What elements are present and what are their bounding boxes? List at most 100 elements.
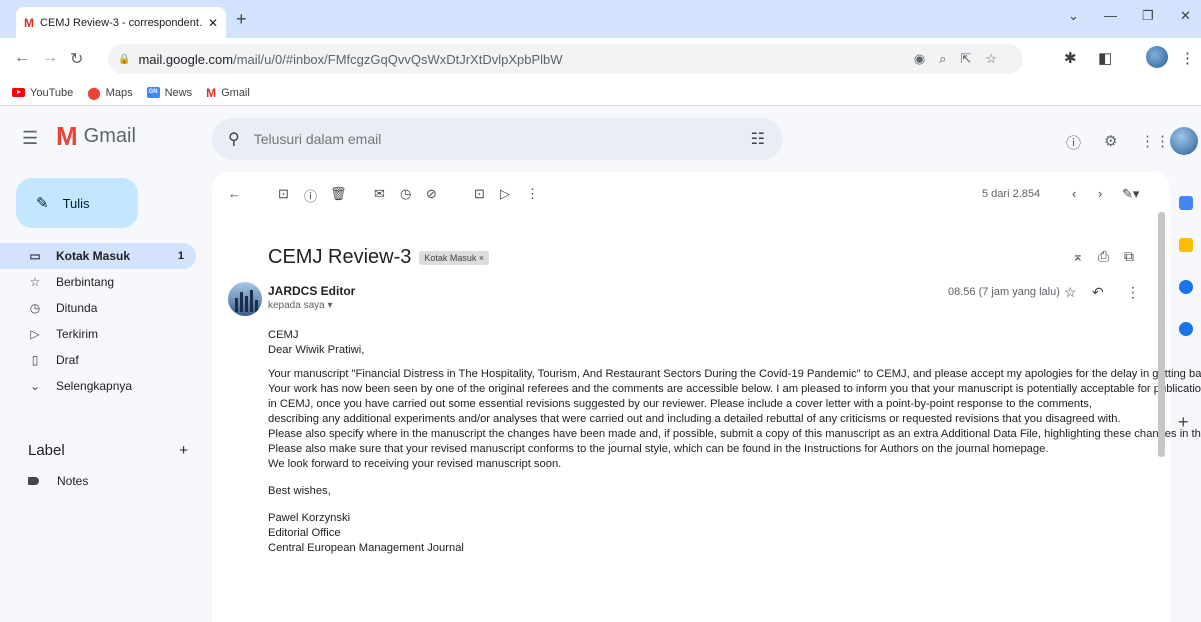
bookmark-star-icon: ☆ <box>985 51 1011 66</box>
url-path: /mail/u/0/#inbox/FMfcgzGqQvvQsWxDtJrXtDv… <box>233 51 563 67</box>
search-input[interactable] <box>253 131 734 147</box>
omnibox-actions[interactable]: ◉⌕⇱☆ <box>914 51 1011 67</box>
side-panel: + <box>1172 172 1201 622</box>
help-icon[interactable]: ⓘ <box>1066 132 1081 153</box>
add-label-button[interactable]: + <box>179 442 188 459</box>
email-view: ← ⊡ ⓘ 🗑 ✉ ◷ ⊘ ⊡ ▷ ⋮ 5 dari 2.854 ‹ › ✎▾ … <box>212 172 1201 622</box>
window-close-icon[interactable]: ✕ <box>1180 8 1191 24</box>
bookmark-news[interactable]: GN News <box>146 87 192 99</box>
reply-icon[interactable]: ↶ <box>1092 284 1104 301</box>
archive-icon[interactable]: ⊡ <box>278 186 289 202</box>
tab-title: CEMJ Review-3 - correspondent… <box>40 16 204 29</box>
gmail-m-icon: M <box>56 121 78 151</box>
search-options-icon[interactable]: ☷ <box>751 129 765 149</box>
tab-search-icon[interactable]: ⌄ <box>1068 8 1079 24</box>
sidebar-item-more[interactable]: ⌄ Selengkapnya <box>0 373 196 399</box>
expand-collapse-icon[interactable]: ⌅ <box>1072 248 1084 265</box>
maps-pin-icon: ⬤ <box>87 85 101 100</box>
zoom-icon: ⌕ <box>939 51 961 66</box>
gmail-header: ☰ M Gmail ⚲ ☷ ⓘ ⚙ ⋮⋮⋮ <box>0 106 1201 170</box>
message-more-icon[interactable]: ⋮ <box>1126 284 1140 301</box>
minimize-icon[interactable]: — <box>1104 8 1117 23</box>
mark-unread-icon[interactable]: ✉ <box>374 186 385 202</box>
back-icon[interactable]: ← <box>14 49 30 67</box>
recipient-details[interactable]: kepada saya ▾ <box>268 300 333 311</box>
body-line: describing any additional experiments an… <box>268 413 1121 425</box>
email-body: CEMJ Dear Wiwik Pratiwi, Your manuscript… <box>268 328 1201 556</box>
inbox-icon: ▭ <box>29 249 41 263</box>
browser-tab[interactable]: M CEMJ Review-3 - correspondent… ✕ <box>16 7 226 38</box>
bookmark-youtube[interactable]: YouTube <box>12 87 73 99</box>
report-spam-icon[interactable]: ⓘ <box>304 186 317 205</box>
url-domain: mail.google.com <box>138 51 234 67</box>
star-icon: ☆ <box>29 275 41 289</box>
label-tag-icon <box>28 477 39 485</box>
signature-journal: Central European Management Journal <box>268 542 464 554</box>
body-line: in CEMJ, once you have carried out some … <box>268 398 1092 410</box>
delete-icon[interactable]: 🗑 <box>330 186 347 202</box>
address-bar[interactable]: 🔒 mail.google.com/mail/u/0/#inbox/FMfcgz… <box>108 44 1023 74</box>
sidebar-item-drafts[interactable]: ▯ Draf <box>0 347 196 373</box>
email-action-bar: ← ⊡ ⓘ 🗑 ✉ ◷ ⊘ ⊡ ▷ ⋮ 5 dari 2.854 ‹ › ✎▾ <box>212 172 1170 216</box>
star-icon[interactable]: ☆ <box>1064 284 1077 301</box>
sidebar-label-notes[interactable]: Notes <box>28 474 88 488</box>
inbox-label-chip[interactable]: Kotak Masuk × <box>419 250 490 265</box>
share-icon: ⇱ <box>960 51 986 66</box>
sidebar-item-starred[interactable]: ☆ Berbintang <box>0 269 196 295</box>
snooze-icon[interactable]: ◷ <box>400 186 411 202</box>
gmail-logo[interactable]: M Gmail <box>56 123 136 149</box>
compose-button[interactable]: ✎ Tulis <box>16 178 138 228</box>
account-avatar[interactable] <box>1170 127 1198 155</box>
search-bar[interactable]: ⚲ ☷ <box>212 118 783 160</box>
browser-tabstrip: M CEMJ Review-3 - correspondent… ✕ + ⌄ —… <box>0 0 1201 38</box>
inbox-count: 1 <box>177 250 184 262</box>
sender-name[interactable]: JARDCS Editor <box>268 284 355 298</box>
send-icon: ▷ <box>30 327 40 341</box>
keep-icon[interactable] <box>1179 238 1193 252</box>
move-to-icon[interactable]: ⊡ <box>474 186 485 202</box>
label-icon[interactable]: ▷ <box>500 186 510 202</box>
calendar-icon[interactable] <box>1179 196 1193 210</box>
input-tools-icon[interactable]: ✎▾ <box>1122 186 1139 202</box>
tab-close-icon[interactable]: ✕ <box>208 16 218 30</box>
body-line: CEMJ <box>268 329 299 341</box>
back-to-inbox-icon[interactable]: ← <box>228 186 241 201</box>
search-icon[interactable]: ⚲ <box>228 129 240 149</box>
pencil-icon: ✎ <box>36 195 49 212</box>
reload-icon[interactable]: ↻ <box>70 49 83 69</box>
pagination-count: 5 dari 2.854 <box>982 188 1041 200</box>
scrollbar[interactable] <box>1158 212 1165 457</box>
settings-gear-icon[interactable]: ⚙ <box>1104 132 1117 150</box>
email-subject: CEMJ Review-3 Kotak Masuk × <box>268 246 490 269</box>
forward-icon[interactable]: → <box>42 49 58 67</box>
sidebar-item-sent[interactable]: ▷ Terkirim <box>0 321 196 347</box>
add-addon-icon[interactable]: + <box>1178 412 1189 433</box>
main-menu-icon[interactable]: ☰ <box>22 128 38 149</box>
new-tab-button[interactable]: + <box>236 9 247 30</box>
body-line: Your manuscript "Financial Distress in T… <box>268 368 1201 380</box>
chrome-menu-icon[interactable]: ⋮ <box>1180 49 1195 67</box>
bookmark-gmail[interactable]: M Gmail <box>206 86 250 100</box>
labels-header: Label + <box>28 442 188 459</box>
newer-chevron-icon[interactable]: ‹ <box>1072 186 1076 201</box>
sidepanel-icon[interactable]: ◧ <box>1098 49 1112 67</box>
sidebar-item-inbox[interactable]: ▭ Kotak Masuk 1 <box>0 243 196 269</box>
older-chevron-icon[interactable]: › <box>1098 186 1102 201</box>
add-task-icon[interactable]: ⊘ <box>426 186 437 202</box>
extensions-puzzle-icon[interactable]: ✱ <box>1064 49 1077 67</box>
sidebar-item-snoozed[interactable]: ◷ Ditunda <box>0 295 196 321</box>
news-icon: GN <box>146 87 160 98</box>
clock-icon: ◷ <box>29 301 41 315</box>
profile-avatar[interactable] <box>1146 46 1168 68</box>
more-options-icon[interactable]: ⋮ <box>526 186 539 202</box>
restore-icon[interactable]: ❐ <box>1142 8 1154 24</box>
email-timestamp: 08.56 (7 jam yang lalu) <box>948 286 1060 298</box>
bookmark-maps[interactable]: ⬤ Maps <box>87 86 132 100</box>
lock-icon[interactable]: 🔒 <box>118 54 130 65</box>
tasks-icon[interactable] <box>1179 280 1193 294</box>
print-icon[interactable]: ⎙ <box>1098 248 1109 265</box>
body-line: Please also specify where in the manuscr… <box>268 428 1201 440</box>
sender-avatar[interactable] <box>228 282 262 316</box>
contacts-icon[interactable] <box>1179 322 1193 336</box>
open-new-window-icon[interactable]: ⧉ <box>1124 248 1134 265</box>
